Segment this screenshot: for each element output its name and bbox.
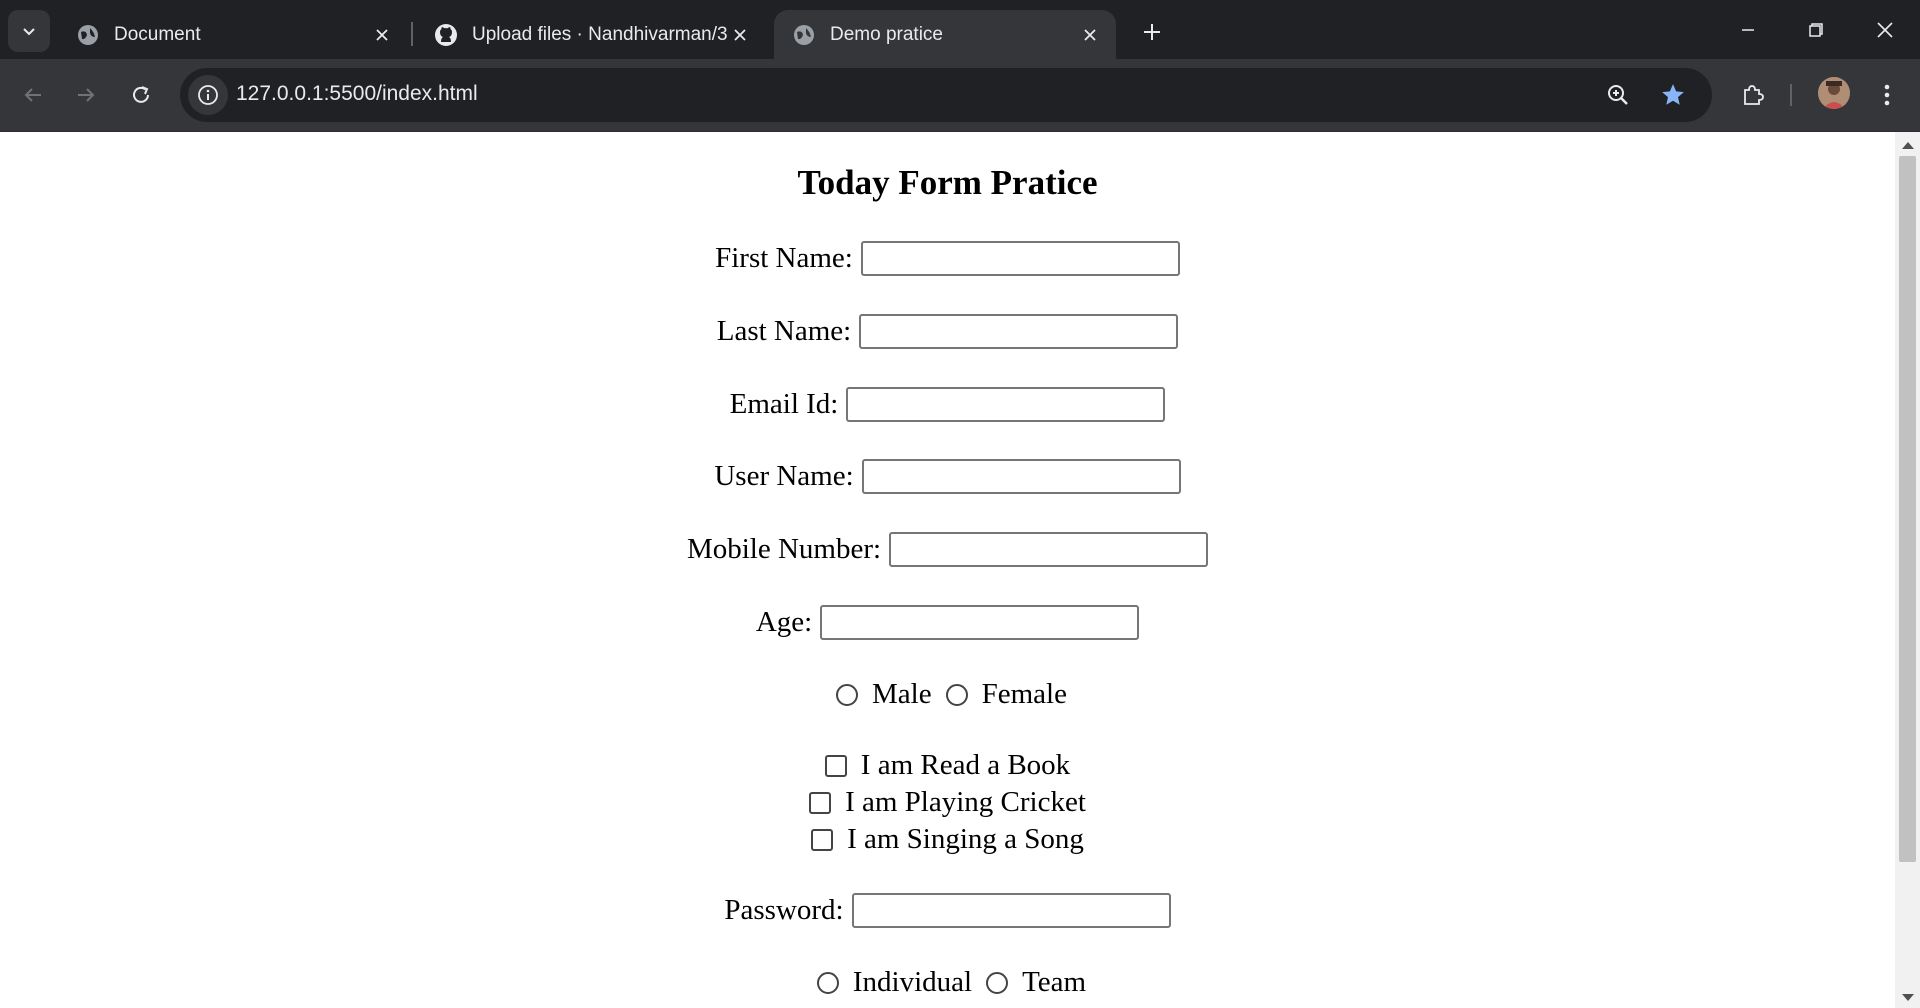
email-input[interactable]	[846, 387, 1166, 422]
close-icon[interactable]	[1078, 23, 1102, 47]
scrollbar[interactable]	[1895, 132, 1920, 1008]
bookmark-star-icon[interactable]	[1658, 80, 1688, 110]
tab-title: Demo pratice	[830, 23, 943, 45]
last-name-label: Last Name:	[716, 315, 852, 347]
site-info-icon[interactable]	[188, 75, 228, 115]
email-row: Email Id:	[0, 387, 1895, 422]
age-input[interactable]	[820, 605, 1140, 640]
plus-icon	[1144, 24, 1160, 40]
male-radio[interactable]	[836, 683, 859, 706]
team-label: Team	[1022, 966, 1087, 998]
password-row: Password:	[0, 893, 1895, 928]
extensions-button[interactable]	[1732, 74, 1774, 116]
reload-icon	[133, 86, 149, 103]
forward-button[interactable]	[65, 74, 107, 116]
tab-strip: Document Upload files · Nandhivarman/3- …	[0, 0, 1920, 59]
url-text[interactable]: 127.0.0.1:5500/index.html	[236, 82, 478, 106]
mobile-row: Mobile Number:	[0, 532, 1895, 567]
email-label: Email Id:	[729, 388, 839, 420]
participation-row: Individual Team	[0, 966, 1895, 999]
password-input[interactable]	[851, 893, 1171, 928]
avatar[interactable]	[1818, 77, 1850, 109]
individual-radio[interactable]	[816, 971, 839, 994]
mobile-label: Mobile Number:	[686, 533, 882, 565]
age-row: Age:	[0, 605, 1895, 640]
female-label: Female	[981, 678, 1067, 710]
page-content: Today Form Pratice First Name: Last Name…	[0, 132, 1895, 1008]
restore-icon	[1809, 23, 1823, 37]
github-icon	[434, 23, 458, 47]
globe-icon	[76, 23, 100, 47]
tab-title: Document	[114, 23, 201, 45]
puzzle-icon	[1744, 85, 1764, 105]
restore-button[interactable]	[1788, 8, 1844, 52]
last-name-input[interactable]	[859, 314, 1179, 349]
user-name-label: User Name:	[714, 460, 854, 492]
arrow-right-icon	[78, 88, 95, 102]
toolbar-separator	[1790, 84, 1792, 106]
tab-search-button[interactable]	[8, 10, 50, 52]
first-name-label: First Name:	[715, 242, 853, 274]
user-name-row: User Name:	[0, 459, 1895, 494]
password-label: Password:	[724, 894, 844, 926]
tab-document[interactable]: Document	[58, 10, 408, 59]
last-name-row: Last Name:	[0, 314, 1895, 349]
mobile-input[interactable]	[889, 532, 1209, 567]
menu-button[interactable]	[1866, 74, 1908, 116]
scrollbar-thumb[interactable]	[1899, 156, 1916, 862]
scroll-down-icon[interactable]	[1902, 994, 1914, 1001]
tab-separator	[411, 22, 413, 46]
first-name-input[interactable]	[860, 241, 1180, 276]
back-button[interactable]	[12, 74, 54, 116]
playing-cricket-checkbox[interactable]	[809, 791, 832, 814]
tab-demo-pratice[interactable]: Demo pratice	[774, 10, 1116, 59]
gender-row: Male Female	[0, 678, 1895, 711]
arrow-left-icon	[24, 88, 41, 102]
team-radio[interactable]	[986, 971, 1009, 994]
address-bar[interactable]: 127.0.0.1:5500/index.html	[180, 68, 1712, 122]
scroll-up-icon[interactable]	[1902, 142, 1914, 149]
singing-song-checkbox[interactable]	[811, 828, 834, 851]
female-radio[interactable]	[945, 683, 968, 706]
tab-upload-files[interactable]: Upload files · Nandhivarman/3-	[416, 10, 766, 59]
minimize-icon	[1742, 29, 1754, 31]
minimize-button[interactable]	[1720, 8, 1776, 52]
close-icon[interactable]	[728, 23, 752, 47]
browser-toolbar: 127.0.0.1:5500/index.html	[0, 59, 1920, 132]
first-name-row: First Name:	[0, 241, 1895, 276]
reload-button[interactable]	[120, 74, 162, 116]
user-name-input[interactable]	[861, 459, 1181, 494]
singing-song-label: I am Singing a Song	[847, 823, 1084, 855]
male-label: Male	[872, 678, 932, 710]
close-window-button[interactable]	[1857, 8, 1913, 52]
page-title: Today Form Pratice	[797, 163, 1098, 202]
hobby-row: I am Singing a Song	[0, 823, 1895, 856]
close-icon	[1877, 22, 1893, 38]
read-book-checkbox[interactable]	[824, 754, 847, 777]
globe-icon	[792, 23, 816, 47]
read-book-label: I am Read a Book	[860, 749, 1071, 781]
hobby-row: I am Read a Book	[0, 749, 1895, 782]
tab-title: Upload files · Nandhivarman/3-	[472, 23, 728, 45]
age-label: Age:	[755, 606, 813, 638]
chevron-down-icon	[23, 28, 35, 36]
close-icon[interactable]	[370, 23, 394, 47]
new-tab-button[interactable]	[1136, 16, 1168, 48]
more-vert-icon	[1884, 84, 1890, 106]
playing-cricket-label: I am Playing Cricket	[845, 786, 1086, 818]
zoom-icon[interactable]	[1604, 81, 1632, 109]
hobby-row: I am Playing Cricket	[0, 786, 1895, 819]
individual-label: Individual	[852, 966, 973, 998]
